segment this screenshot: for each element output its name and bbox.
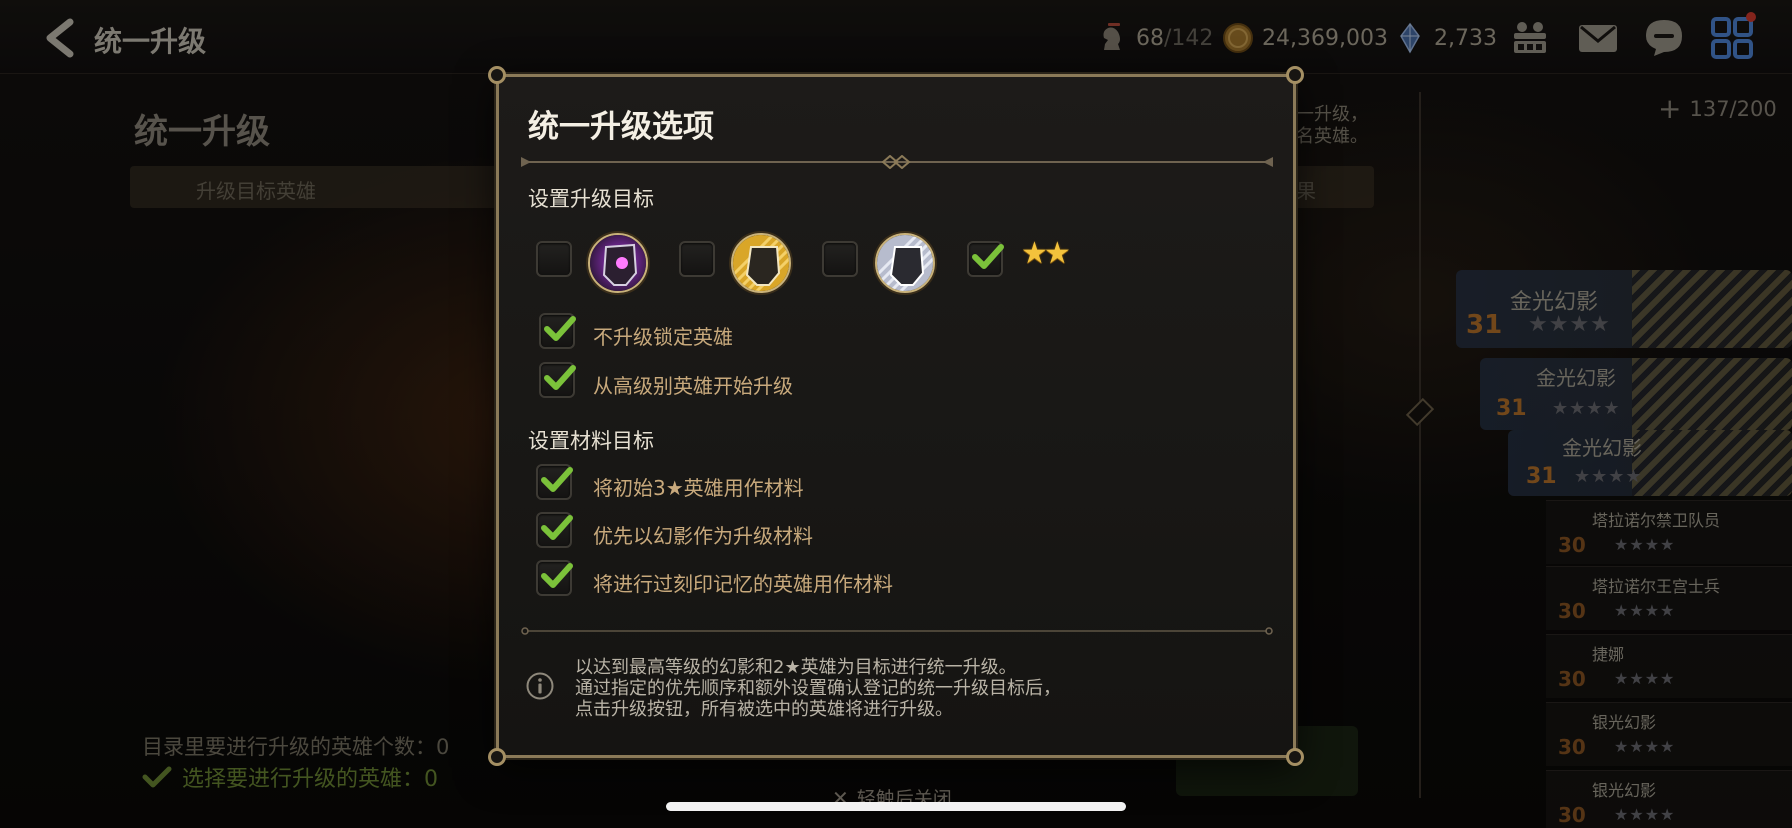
prefer-phantom-material-label[interactable]: 优先以幻影作为升级材料	[593, 520, 813, 549]
purple-phantom-checkbox[interactable]	[536, 241, 572, 277]
check-icon	[541, 515, 573, 540]
check-icon	[544, 365, 576, 390]
ornate-divider	[521, 155, 1273, 169]
home-indicator[interactable]	[666, 802, 1126, 811]
use-imprinted-as-material-checkbox[interactable]	[536, 560, 573, 596]
high-level-first-label[interactable]: 从高级别英雄开始升级	[593, 370, 793, 399]
check-icon	[544, 316, 576, 341]
prefer-phantom-material-checkbox[interactable]	[536, 512, 573, 548]
silver-phantom-icon	[875, 233, 935, 293]
frame-corner-ornament	[488, 748, 506, 766]
two-star-icon: ★★	[1021, 236, 1071, 271]
use-3star-as-material-label[interactable]: 将初始3★英雄用作材料	[593, 472, 804, 501]
info-icon	[526, 672, 554, 700]
info-line: 点击升级按钮，所有被选中的英雄将进行升级。	[575, 699, 953, 720]
gold-phantom-checkbox[interactable]	[679, 241, 715, 277]
section-divider	[521, 627, 1273, 635]
silver-phantom-checkbox[interactable]	[822, 241, 858, 277]
use-imprinted-as-material-label[interactable]: 将进行过刻印记忆的英雄用作材料	[593, 568, 893, 597]
gold-phantom-icon	[731, 233, 791, 293]
high-level-first-checkbox[interactable]	[539, 362, 576, 398]
info-line: 以达到最高等级的幻影和2★英雄为目标进行统一升级。	[575, 657, 1017, 678]
upgrade-target-section-title: 设置升级目标	[528, 187, 654, 211]
two-star-hero-checkbox[interactable]	[967, 241, 1004, 277]
frame-corner-ornament	[488, 66, 506, 84]
material-target-section-title: 设置材料目标	[528, 429, 654, 453]
check-icon	[972, 244, 1004, 269]
dialog-title: 统一升级选项	[528, 109, 714, 145]
check-icon	[541, 467, 573, 492]
skip-locked-heroes-label[interactable]: 不升级锁定英雄	[593, 321, 733, 350]
frame-corner-ornament	[1286, 66, 1304, 84]
info-line: 通过指定的优先顺序和额外设置确认登记的统一升级目标后，	[575, 678, 1061, 699]
frame-corner-ornament	[1286, 748, 1304, 766]
purple-phantom-icon	[588, 233, 648, 293]
info-description: 以达到最高等级的幻影和2★英雄为目标进行统一升级。 通过指定的优先顺序和额外设置…	[575, 657, 1061, 720]
use-3star-as-material-checkbox[interactable]	[536, 464, 573, 500]
unified-upgrade-options-dialog: 统一升级选项 设置升级目标 ★★ 不升级锁定英雄 从高级别英雄开始升级 设置材料…	[488, 66, 1304, 766]
check-icon	[541, 563, 573, 588]
skip-locked-heroes-checkbox[interactable]	[539, 313, 576, 349]
